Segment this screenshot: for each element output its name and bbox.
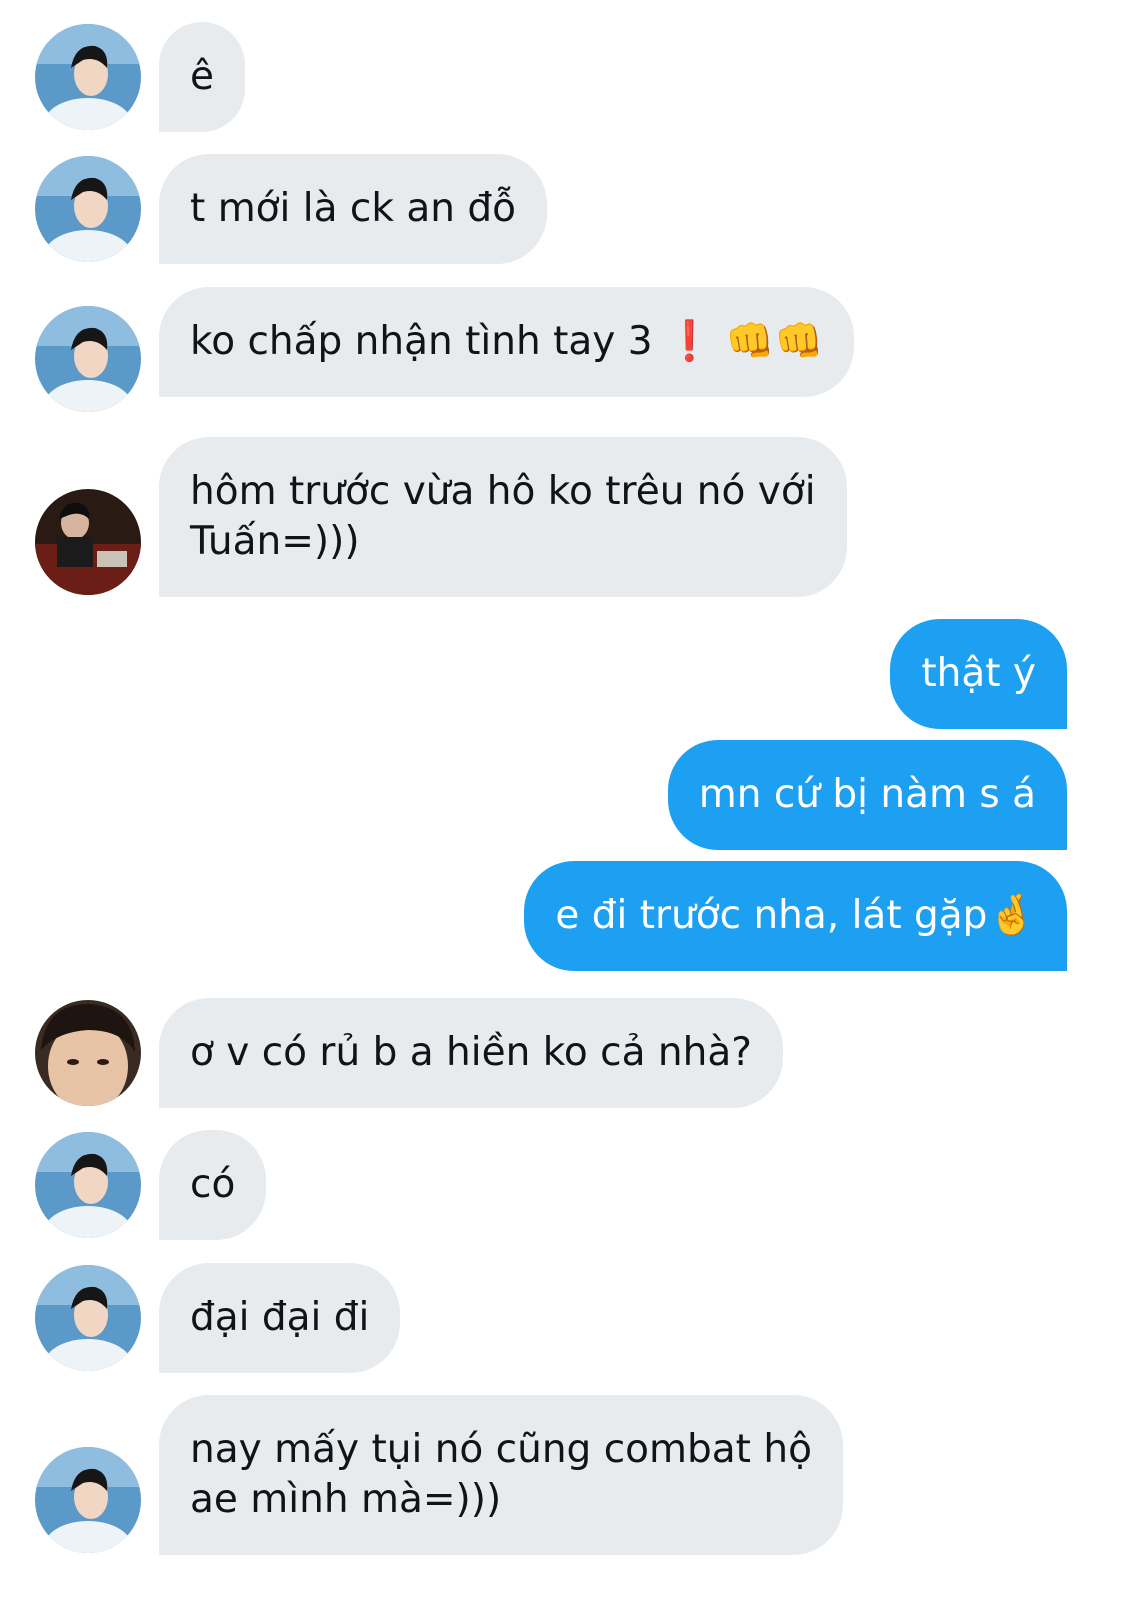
message-text-line: hôm trước vừa hô ko trêu nó với [190,469,816,514]
message-text: ê [190,54,214,99]
emoji-crossed-fingers-icon: 🤞 [987,893,1036,938]
message-text: e đi trước nha, lát gặp [555,893,988,938]
avatar-friend-b[interactable] [35,489,141,595]
message-text: có [190,1162,236,1207]
message-text: mn cứ bị nàm s á [698,772,1036,817]
message-bubble[interactable]: có [159,1130,267,1240]
message-text: đại đại đi [190,1295,370,1340]
message-bubble-outgoing[interactable]: mn cứ bị nàm s á [667,740,1067,850]
message-text: t mới là ck an đỗ [190,186,516,231]
message-text-line: Tuấn=))) [190,519,360,564]
message-bubble[interactable]: nay mấy tụi nó cũng combat hộ ae mình mà… [159,1395,843,1555]
message-bubble-outgoing[interactable]: thật ý [890,619,1067,729]
chat-thread: ê t mới là ck an đỗ ko chấp nhận tình ta… [0,0,1125,1600]
avatar-friend-a[interactable] [35,156,141,262]
avatar-friend-a[interactable] [35,1265,141,1371]
avatar-friend-a[interactable] [35,24,141,130]
message-text: ko chấp nhận tình tay 3 [190,319,653,364]
avatar-friend-a[interactable] [35,1447,141,1553]
message-bubble-outgoing[interactable]: e đi trước nha, lát gặp🤞 [524,861,1067,971]
message-text: thật ý [921,651,1036,696]
message-bubble[interactable]: ko chấp nhận tình tay 3 ❗ 👊👊 [159,287,855,397]
message-text-line: nay mấy tụi nó cũng combat hộ [190,1427,812,1472]
avatar-friend-a[interactable] [35,1132,141,1238]
message-text: ơ v có rủ b a hiền ko cả nhà? [190,1030,752,1075]
message-text-line: ae mình mà=))) [190,1477,502,1522]
emoji-exclamation-fist-icon: ❗ 👊👊 [664,319,824,364]
avatar-friend-a[interactable] [35,306,141,412]
message-bubble[interactable]: đại đại đi [159,1263,401,1373]
message-bubble[interactable]: t mới là ck an đỗ [159,154,547,264]
message-bubble[interactable]: ê [159,22,245,132]
avatar-friend-c[interactable] [35,1000,141,1106]
message-bubble[interactable]: hôm trước vừa hô ko trêu nó với Tuấn=))) [159,437,847,597]
message-bubble[interactable]: ơ v có rủ b a hiền ko cả nhà? [159,998,783,1108]
